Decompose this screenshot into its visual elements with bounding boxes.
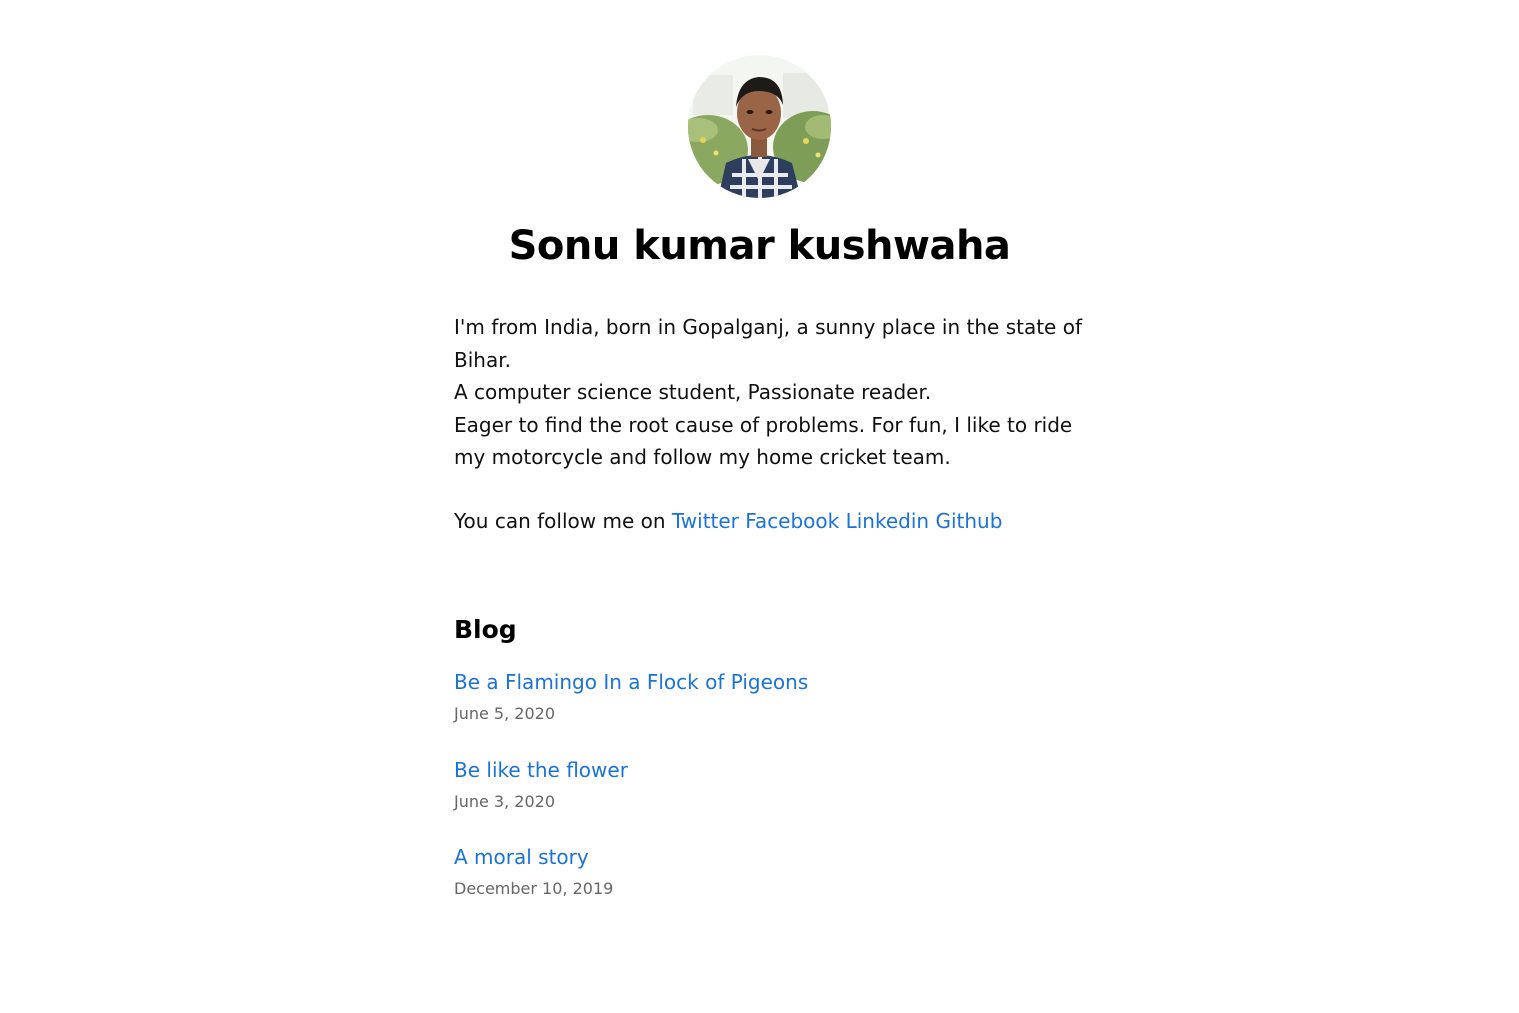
post-title-link[interactable]: Be a Flamingo In a Flock of Pigeons [454,667,1074,697]
post-title-link[interactable]: A moral story [454,842,1074,872]
post-title-link[interactable]: Be like the flower [454,755,1074,785]
bio-line: I'm from India, born in Gopalganj, a sun… [454,315,1082,339]
profile-page: Sonu kumar kushwaha I'm from India, born… [0,0,1519,1013]
blog-post: A moral story December 10, 2019 [454,842,1074,900]
post-date: June 5, 2020 [454,704,555,723]
bio: I'm from India, born in Gopalganj, a sun… [454,311,1082,474]
post-date: December 10, 2019 [454,879,614,898]
post-date: June 3, 2020 [454,792,555,811]
facebook-link[interactable]: Facebook [745,509,839,533]
bio-line: Eager to find the root cause of problems… [454,412,1073,437]
blog-post: Be a Flamingo In a Flock of Pigeons June… [454,667,1074,725]
bio-line: my motorcycle and follow my home cricket… [454,445,951,470]
twitter-link[interactable]: Twitter [672,509,739,533]
bio-line: A computer science student, Passionate r… [454,380,932,405]
bio-line: Bihar. [454,347,511,372]
blog-heading: Blog [454,615,517,644]
social-links: You can follow me on Twitter Facebook Li… [454,505,1002,537]
profile-photo-icon [688,55,831,198]
blog-post: Be like the flower June 3, 2020 [454,755,1074,813]
github-link[interactable]: Github [935,509,1002,533]
linkedin-link[interactable]: Linkedin [846,509,929,533]
follow-prefix: You can follow me on [454,509,666,533]
page-title: Sonu kumar kushwaha [508,223,1011,269]
avatar [688,55,831,198]
